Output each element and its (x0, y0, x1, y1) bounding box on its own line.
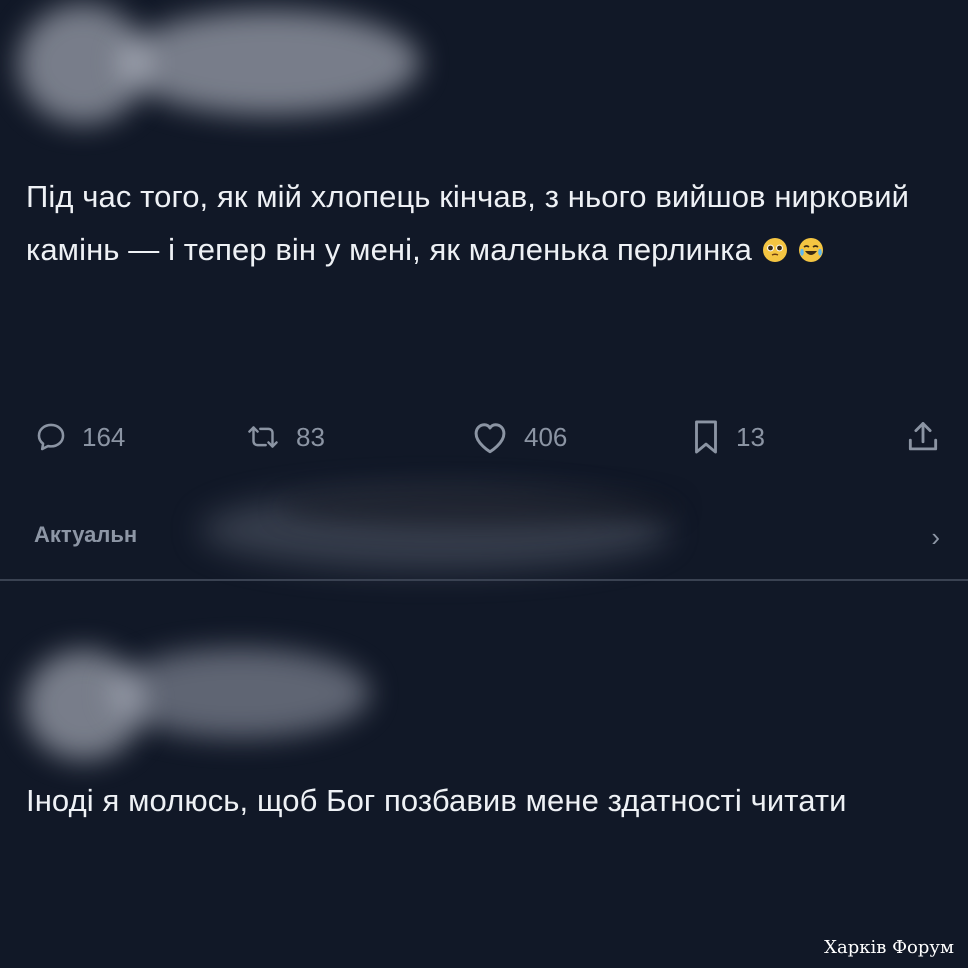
heart-icon (474, 423, 506, 454)
reply-icon (37, 423, 65, 451)
post2-text-body: Іноді я молюсь, щоб Бог позбавив мене зд… (26, 783, 847, 818)
like-button[interactable]: 406 (470, 412, 567, 462)
bookmark-icon (695, 420, 717, 454)
like-count: 406 (524, 421, 568, 452)
repost-button[interactable]: 83 (244, 412, 325, 462)
post1-action-bar: 164 83 406 13 (0, 412, 968, 462)
reply-count: 164 (82, 421, 126, 452)
post1-text: Під час того, як мій хлопець кінчав, з н… (26, 170, 956, 276)
pleading-face-icon (762, 238, 787, 262)
bookmark-count: 13 (736, 421, 765, 452)
repost-icon (248, 426, 278, 448)
divider (0, 579, 968, 581)
section-label: Актуальн (34, 522, 138, 547)
share-icon (908, 422, 938, 451)
bookmark-button[interactable]: 13 (690, 412, 765, 462)
chevron-right-icon: › (931, 522, 940, 552)
repost-count: 83 (296, 421, 325, 452)
watermark: Харків Форум (824, 937, 954, 958)
post2-text: Іноді я молюсь, щоб Бог позбавив мене зд… (26, 774, 926, 827)
tears-of-joy-icon (799, 238, 824, 262)
reply-button[interactable]: 164 (34, 412, 125, 462)
share-button[interactable] (904, 412, 942, 462)
